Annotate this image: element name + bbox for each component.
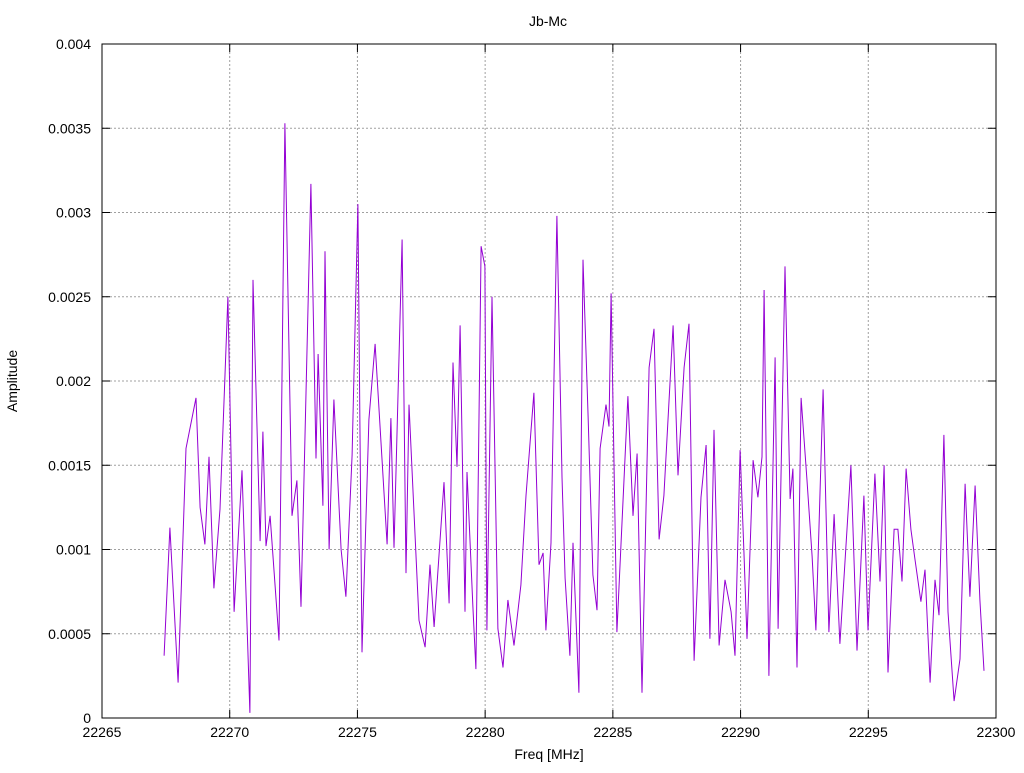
y-axis-label: Amplitude — [4, 350, 20, 412]
y-tick-label: 0.0035 — [48, 120, 91, 136]
x-axis-label: Freq [MHz] — [514, 746, 583, 762]
x-tick-label: 22295 — [849, 724, 888, 740]
y-tick-label: 0.002 — [56, 373, 91, 389]
ticks — [101, 43, 997, 719]
x-tick-label: 22290 — [721, 724, 760, 740]
x-tick-label: 22265 — [83, 724, 122, 740]
chart: 22265 22270 22275 22280 22285 22290 22295 22300… — [4, 13, 1016, 762]
x-tick-labels: 22265 22270 22275 22280 22285 22290 22295 22300 — [83, 724, 1016, 740]
x-tick-label: 22275 — [338, 724, 377, 740]
x-tick-label: 22280 — [466, 724, 505, 740]
series-line-jb-mc — [163, 123, 985, 713]
plot-frame — [101, 43, 997, 719]
x-tick-label: 22270 — [210, 724, 249, 740]
x-tick-label: 22300 — [977, 724, 1016, 740]
y-tick-label: 0.004 — [56, 36, 91, 52]
y-tick-label: 0.0025 — [48, 289, 91, 305]
y-tick-label: 0.0005 — [48, 626, 91, 642]
y-tick-label: 0.003 — [56, 205, 91, 221]
y-tick-label: 0.001 — [56, 542, 91, 558]
y-tick-labels: 0 0.0005 0.001 0.0015 0.002 0.0025 0.003 0.0035… — [48, 36, 91, 726]
chart-title: Jb-Mc — [529, 13, 567, 29]
y-tick-label: 0.0015 — [48, 457, 91, 473]
x-tick-label: 22285 — [593, 724, 632, 740]
y-tick-label: 0 — [83, 710, 91, 726]
grid — [102, 44, 996, 718]
